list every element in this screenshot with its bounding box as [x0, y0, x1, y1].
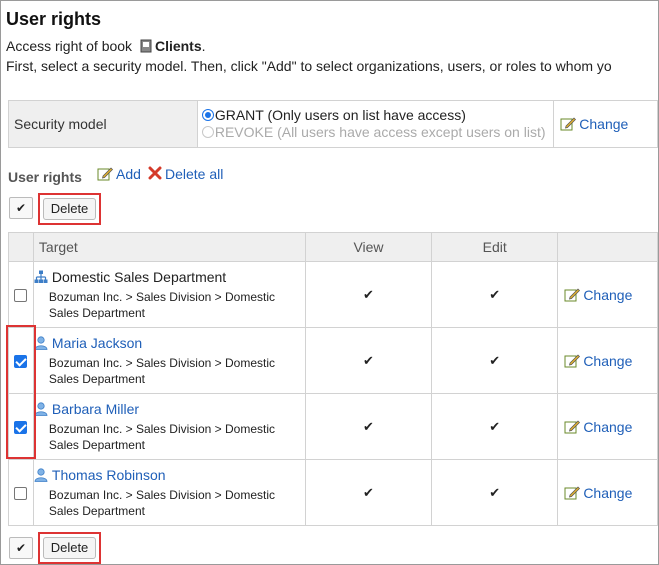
revoke-radio[interactable] [201, 126, 214, 138]
grant-option[interactable]: GRANT (Only users on list have access) [201, 107, 553, 124]
delete-all-link[interactable]: Delete all [148, 166, 223, 182]
user-icon [34, 402, 48, 416]
add-label: Add [116, 166, 141, 182]
row-checkbox[interactable] [14, 289, 28, 303]
change-label: Change [583, 352, 633, 369]
revoke-option[interactable]: REVOKE (All users have access except use… [201, 124, 553, 141]
target-path: Bozuman Inc. > Sales Division > Domestic… [48, 290, 276, 320]
edit-mark: ✔ [431, 327, 559, 394]
row-change-link[interactable]: Change [564, 419, 632, 435]
add-link[interactable]: Add [97, 166, 141, 182]
header-edit: Edit [431, 232, 559, 262]
security-model-options: GRANT (Only users on list have access) R… [196, 100, 555, 148]
change-label: Change [583, 286, 633, 303]
user-rights-table: Target View Edit Domestic Sales Departme… [8, 232, 658, 526]
user-icon [34, 336, 48, 350]
target-name-link[interactable]: Barbara Miller [52, 401, 139, 417]
select-all-toggle-top[interactable]: ✔ [9, 197, 33, 219]
user-rights-panel: User rights Access right of book Clients… [0, 0, 659, 565]
checkbox-highlight [6, 325, 36, 459]
row-change-link[interactable]: Change [564, 287, 632, 303]
edit-pen-icon [564, 420, 581, 433]
security-change-label: Change [579, 116, 629, 132]
add-pen-icon [97, 167, 113, 181]
delete-button-top[interactable]: Delete [43, 198, 96, 220]
edit-pen-icon [564, 486, 581, 499]
revoke-label: REVOKE (All users have access except use… [214, 124, 546, 140]
security-change-cell: Change [553, 100, 658, 148]
delete-highlight-bottom: Delete [38, 532, 101, 564]
book-name: Clients [154, 38, 202, 54]
security-model-label: Security model [8, 100, 198, 148]
view-mark: ✔ [304, 327, 433, 394]
edit-mark: ✔ [431, 459, 559, 526]
security-change-link[interactable]: Change [560, 116, 628, 132]
target-path: Bozuman Inc. > Sales Division > Domestic… [48, 356, 276, 386]
user-rights-heading: User rights [8, 169, 82, 185]
table-row: Domestic Sales Department Bozuman Inc. >… [8, 261, 658, 328]
row-change-link[interactable]: Change [564, 353, 632, 369]
grant-radio[interactable] [201, 109, 214, 121]
target-path: Bozuman Inc. > Sales Division > Domestic… [48, 488, 276, 518]
target-name-link[interactable]: Maria Jackson [52, 335, 142, 351]
delete-all-label: Delete all [165, 166, 224, 182]
select-all-toggle-bottom[interactable]: ✔ [9, 537, 33, 559]
delete-highlight-top: Delete [38, 193, 101, 225]
edit-pen-icon [564, 288, 581, 301]
edit-pen-icon [564, 354, 581, 367]
book-access-line: Access right of book Clients. [6, 38, 206, 54]
book-icon [140, 39, 152, 53]
table-row: Thomas Robinson Bozuman Inc. > Sales Div… [8, 459, 658, 526]
access-prefix: Access right of book [6, 38, 133, 54]
view-mark: ✔ [304, 393, 433, 460]
table-row: Maria Jackson Bozuman Inc. > Sales Divis… [8, 327, 658, 394]
table-row: Barbara Miller Bozuman Inc. > Sales Divi… [8, 393, 658, 460]
delete-button-bottom[interactable]: Delete [43, 537, 96, 559]
header-check-cell [8, 232, 34, 262]
target-path: Bozuman Inc. > Sales Division > Domestic… [48, 422, 276, 452]
header-view: View [304, 232, 433, 262]
page-title: User rights [6, 9, 102, 29]
header-action [557, 232, 658, 262]
table-header-row: Target View Edit [8, 232, 658, 262]
security-model-table: Security model GRANT (Only users on list… [8, 100, 658, 148]
target-name: Domestic Sales Department [51, 269, 227, 285]
org-chart-icon [34, 270, 48, 283]
target-name-link[interactable]: Thomas Robinson [52, 467, 166, 483]
view-mark: ✔ [304, 261, 433, 328]
user-icon [34, 468, 48, 482]
edit-pen-icon [560, 117, 577, 131]
change-label: Change [583, 484, 633, 501]
change-label: Change [583, 418, 633, 435]
row-change-link[interactable]: Change [564, 485, 632, 501]
edit-mark: ✔ [431, 393, 559, 460]
edit-mark: ✔ [431, 261, 559, 328]
header-target: Target [32, 232, 306, 262]
x-icon [148, 166, 162, 180]
instruction-text: First, select a security model. Then, cl… [6, 58, 612, 74]
grant-label: GRANT (Only users on list have access) [214, 107, 466, 123]
view-mark: ✔ [304, 459, 433, 526]
row-checkbox[interactable] [14, 487, 28, 501]
